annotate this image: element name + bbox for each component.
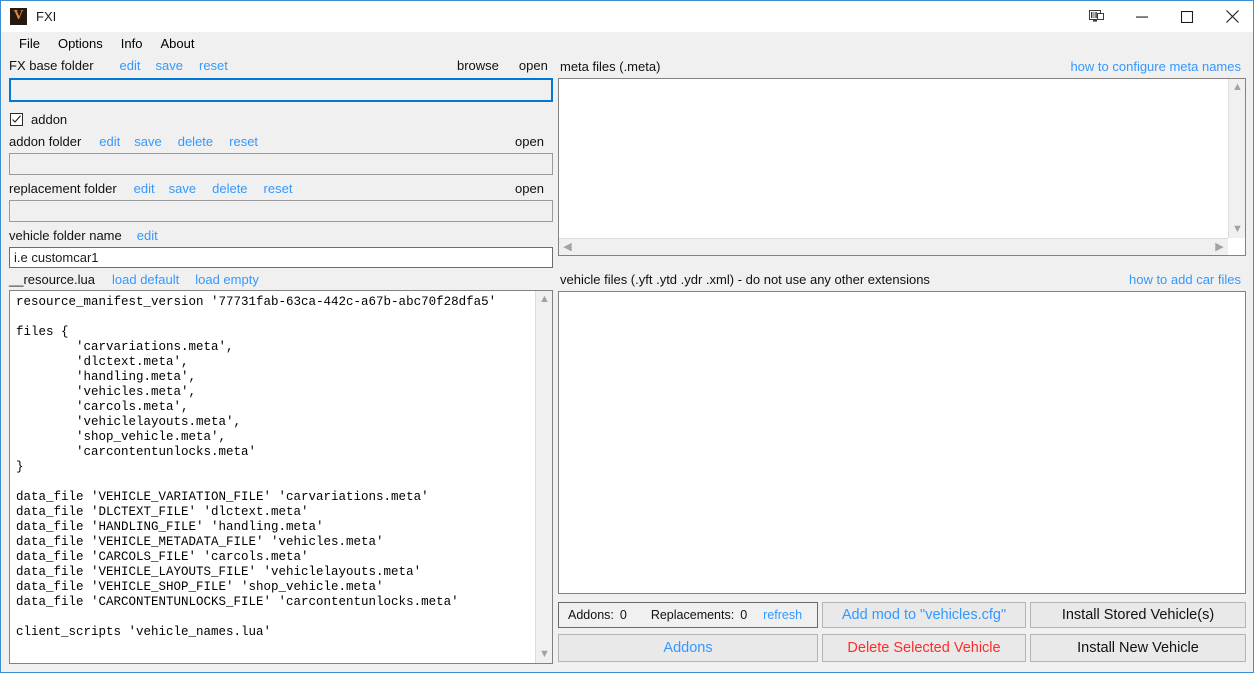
replacement-folder-input[interactable] xyxy=(9,200,553,222)
meta-files-label: meta files (.meta) xyxy=(560,59,660,74)
addon-checkbox-row[interactable]: addon xyxy=(10,112,67,127)
add-mod-to-vehicles-cfg-button[interactable]: Add mod to "vehicles.cfg" xyxy=(822,602,1026,628)
addon-checkbox-label: addon xyxy=(31,112,67,127)
replacement-folder-label: replacement folder xyxy=(9,181,117,196)
display-panel-icon[interactable] xyxy=(1074,1,1119,32)
replacements-count-label: Replacements: xyxy=(651,608,734,622)
refresh-link[interactable]: refresh xyxy=(763,608,802,622)
resource-lua-content: resource_manifest_version '77731fab-63ca… xyxy=(10,291,534,663)
resource-lua-load-empty-link[interactable]: load empty xyxy=(195,272,259,287)
fx-base-folder-open-button[interactable]: open xyxy=(519,58,548,73)
vehicle-files-content xyxy=(559,292,1245,593)
vehicle-folder-name-value: i.e customcar1 xyxy=(10,248,552,267)
replacement-folder-delete-link[interactable]: delete xyxy=(212,181,247,196)
resource-lua-textarea[interactable]: resource_manifest_version '77731fab-63ca… xyxy=(9,290,553,664)
addon-folder-row: addon folder edit save delete reset xyxy=(9,134,258,149)
scroll-up-icon[interactable]: ▲ xyxy=(536,291,553,308)
how-to-configure-meta-names-link[interactable]: how to configure meta names xyxy=(1070,59,1241,74)
meta-files-horizontal-scrollbar[interactable]: ◀ ▶ xyxy=(559,238,1228,255)
meta-files-vertical-scrollbar[interactable]: ▲ ▼ xyxy=(1228,79,1245,238)
replacement-folder-open-button[interactable]: open xyxy=(515,181,544,196)
fx-base-folder-actions: browse open xyxy=(457,58,548,73)
resource-lua-row: __resource.lua load default load empty xyxy=(9,272,259,287)
app-v-icon: V xyxy=(10,8,27,25)
replacement-folder-edit-link[interactable]: edit xyxy=(134,181,155,196)
meta-files-listbox[interactable]: ▲ ▼ ◀ ▶ xyxy=(558,78,1246,256)
fx-base-folder-label: FX base folder xyxy=(9,58,94,73)
resource-lua-label: __resource.lua xyxy=(9,272,95,287)
close-icon[interactable] xyxy=(1209,1,1254,32)
addon-folder-actions: open xyxy=(515,134,544,149)
meta-files-help-row: how to configure meta names xyxy=(1070,59,1241,74)
vehicle-folder-name-edit-link[interactable]: edit xyxy=(137,228,158,243)
how-to-add-car-files-link[interactable]: how to add car files xyxy=(1129,272,1241,287)
install-stored-vehicles-button[interactable]: Install Stored Vehicle(s) xyxy=(1030,602,1246,628)
vehicle-files-row: vehicle files (.yft .ytd .ydr .xml) - do… xyxy=(560,272,930,287)
fx-base-folder-input[interactable] xyxy=(9,78,553,102)
vehicle-files-listbox[interactable] xyxy=(558,291,1246,594)
addon-folder-label: addon folder xyxy=(9,134,81,149)
menu-item-options[interactable]: Options xyxy=(49,34,112,53)
scroll-right-icon[interactable]: ▶ xyxy=(1211,239,1228,256)
addon-checkbox[interactable] xyxy=(10,113,23,126)
replacement-folder-reset-link[interactable]: reset xyxy=(264,181,293,196)
maximize-icon[interactable] xyxy=(1164,1,1209,32)
addon-folder-save-link[interactable]: save xyxy=(134,134,161,149)
addons-button[interactable]: Addons xyxy=(558,634,818,662)
menu-item-about[interactable]: About xyxy=(151,34,203,53)
addon-folder-edit-link[interactable]: edit xyxy=(99,134,120,149)
addon-folder-delete-link[interactable]: delete xyxy=(178,134,213,149)
addon-folder-input[interactable] xyxy=(9,153,553,175)
replacements-count-value: 0 xyxy=(740,608,747,622)
meta-files-content xyxy=(559,79,1227,237)
vehicle-folder-name-label: vehicle folder name xyxy=(9,228,122,243)
scroll-left-icon[interactable]: ◀ xyxy=(559,239,576,256)
fx-base-folder-row: FX base folder edit save reset xyxy=(9,58,228,73)
app-icon-letter: V xyxy=(10,7,27,25)
scroll-up-icon[interactable]: ▲ xyxy=(1229,79,1246,96)
addon-folder-reset-link[interactable]: reset xyxy=(229,134,258,149)
meta-files-row: meta files (.meta) xyxy=(560,59,660,74)
fxi-application-window: V FXI xyxy=(0,0,1254,673)
resource-lua-vertical-scrollbar[interactable]: ▲ ▼ xyxy=(535,291,552,663)
vehicle-files-label: vehicle files (.yft .ytd .ydr .xml) - do… xyxy=(560,272,930,287)
fx-base-folder-reset-link[interactable]: reset xyxy=(199,58,228,73)
menu-item-info[interactable]: Info xyxy=(112,34,152,53)
resource-lua-load-default-link[interactable]: load default xyxy=(112,272,179,287)
replacement-folder-actions: open xyxy=(515,181,544,196)
fx-base-folder-edit-link[interactable]: edit xyxy=(120,58,141,73)
scroll-down-icon[interactable]: ▼ xyxy=(536,646,553,663)
scroll-down-icon[interactable]: ▼ xyxy=(1229,221,1246,238)
vehicle-folder-name-input[interactable]: i.e customcar1 xyxy=(9,247,553,268)
addons-count-value: 0 xyxy=(620,608,627,622)
install-new-vehicle-button[interactable]: Install New Vehicle xyxy=(1030,634,1246,662)
menu-item-file[interactable]: File xyxy=(10,34,49,53)
minimize-icon[interactable] xyxy=(1119,1,1164,32)
menu-bar: File Options Info About xyxy=(2,32,1254,55)
window-title: FXI xyxy=(36,9,56,24)
fx-base-folder-save-link[interactable]: save xyxy=(156,58,183,73)
title-bar: V FXI xyxy=(1,0,1254,32)
delete-selected-vehicle-button[interactable]: Delete Selected Vehicle xyxy=(822,634,1026,662)
replacement-folder-save-link[interactable]: save xyxy=(169,181,196,196)
fx-base-folder-browse-button[interactable]: browse xyxy=(457,58,499,73)
vehicle-folder-name-row: vehicle folder name edit xyxy=(9,228,158,243)
addons-count-label: Addons: xyxy=(568,608,614,622)
status-counts-box: Addons: 0 Replacements: 0 refresh xyxy=(558,602,818,628)
addon-folder-open-button[interactable]: open xyxy=(515,134,544,149)
replacement-folder-row: replacement folder edit save delete rese… xyxy=(9,181,292,196)
vehicle-files-help-row: how to add car files xyxy=(1129,272,1241,287)
